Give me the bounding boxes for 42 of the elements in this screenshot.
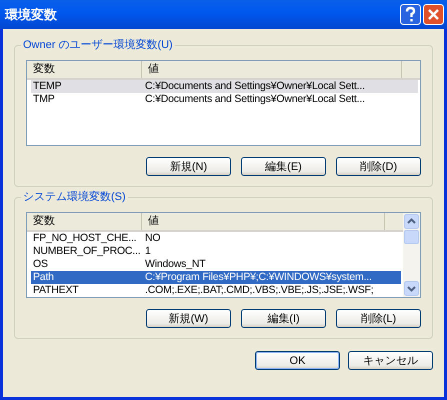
window-title: 環境変数	[5, 6, 57, 24]
variable-value: .COM;.EXE;.BAT;.CMD;.VBS;.VBE;.JS;.JSE;.WSF;	[145, 284, 374, 297]
variable-name: PATHEXT	[32, 284, 80, 297]
close-icon[interactable]	[423, 4, 444, 25]
list-row[interactable]: Path C:¥Program Files¥PHP¥;C:¥WINDOWS¥system...	[31, 271, 401, 284]
column-header[interactable]: 値	[142, 61, 402, 78]
help-icon[interactable]	[400, 4, 421, 25]
scroll-up-icon[interactable]	[404, 214, 419, 229]
dialog-button[interactable]: OK	[255, 351, 340, 370]
variable-value: C:¥Documents and Settings¥Owner¥Local Sett...	[145, 80, 366, 93]
list-row[interactable]: OS Windows_NT	[31, 258, 401, 271]
column-header[interactable]: 変数	[27, 61, 142, 78]
list-row[interactable]: FP_NO_HOST_CHE... NO	[31, 232, 401, 245]
dialog-button[interactable]: 削除(L)	[336, 309, 421, 328]
list-row[interactable]: NUMBER_OF_PROC... 1	[31, 245, 401, 258]
dialog-button[interactable]: 新規(W)	[146, 309, 231, 328]
column-header[interactable]: 値	[142, 213, 385, 230]
dialog-button[interactable]: 削除(D)	[336, 157, 421, 176]
scroll-down-icon[interactable]	[404, 281, 419, 296]
column-header[interactable]: 変数	[27, 213, 142, 230]
dialog-button[interactable]: 編集(E)	[241, 157, 326, 176]
dialog-button[interactable]: 編集(I)	[241, 309, 326, 328]
list-row[interactable]: PATHEXT .COM;.EXE;.BAT;.CMD;.VBS;.VBE;.JS;.JSE;.WSF;	[31, 284, 401, 297]
variable-value: NO	[145, 232, 162, 245]
group-label: Owner のユーザー環境変数(U)	[21, 38, 175, 52]
variable-value: 1	[145, 245, 152, 258]
variable-name: TMP	[32, 93, 56, 106]
variable-name: TEMP	[32, 80, 62, 93]
scrollbar[interactable]	[403, 213, 420, 297]
variable-value: Windows_NT	[145, 258, 206, 271]
dialog-button[interactable]: 新規(N)	[146, 157, 231, 176]
variable-value: C:¥Documents and Settings¥Owner¥Local Sett...	[145, 93, 366, 106]
dialog-button[interactable]: キャンセル	[348, 351, 433, 370]
scroll-thumb[interactable]	[404, 230, 419, 244]
variable-name: OS	[32, 258, 49, 271]
list-row[interactable]: TMP C:¥Documents and Settings¥Owner¥Local Sett...	[31, 93, 418, 106]
variable-name: FP_NO_HOST_CHE...	[32, 232, 138, 245]
variable-name: NUMBER_OF_PROC...	[32, 245, 142, 258]
variable-value: C:¥Program Files¥PHP¥;C:¥WINDOWS¥system...	[145, 271, 373, 284]
variable-name: Path	[32, 271, 55, 284]
group-label: システム環境変数(S)	[21, 190, 128, 204]
list-row[interactable]: TEMP C:¥Documents and Settings¥Owner¥Local Sett...	[31, 80, 418, 93]
